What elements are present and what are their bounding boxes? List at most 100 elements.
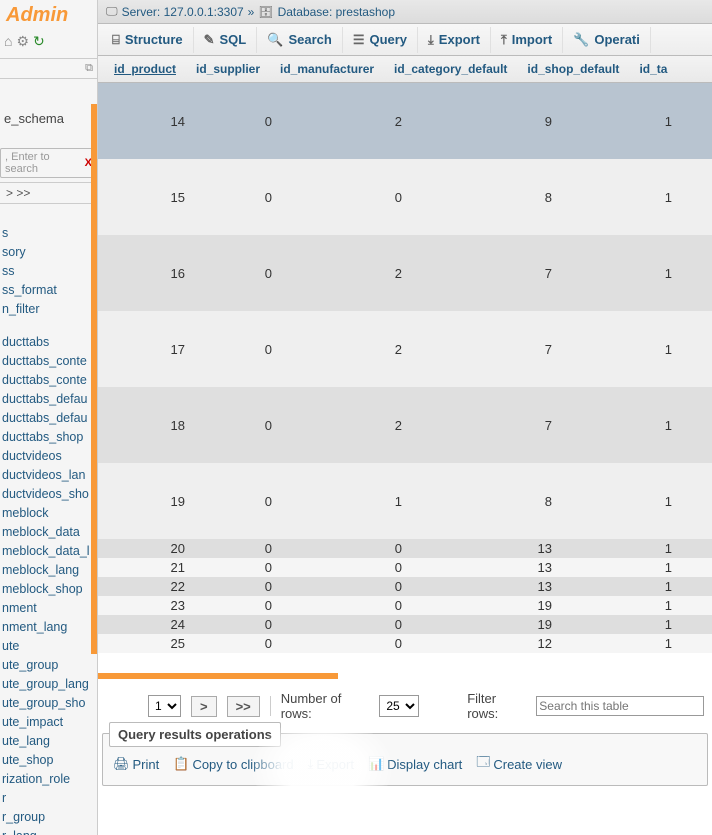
search-icon: 🔍 bbox=[267, 32, 283, 48]
tree-item[interactable]: nment_lang bbox=[0, 618, 97, 637]
breadcrumb-db[interactable]: Database: prestashop bbox=[278, 5, 395, 19]
tree-item[interactable]: n_filter bbox=[0, 300, 97, 319]
table-row[interactable]: 2000131 bbox=[98, 539, 712, 558]
tree-item[interactable]: meblock_lang bbox=[0, 561, 97, 580]
numrows-select[interactable]: 25 bbox=[379, 695, 419, 717]
tree-item[interactable]: ute_group bbox=[0, 656, 97, 675]
tree-item[interactable]: ducttabs_conte bbox=[0, 352, 97, 371]
structure-icon: ⌸ bbox=[112, 32, 120, 48]
table-row[interactable]: 170271 bbox=[98, 311, 712, 387]
tree-search-placeholder: , Enter to search bbox=[5, 151, 85, 175]
tree-item[interactable]: meblock bbox=[0, 504, 97, 523]
tree-item[interactable]: ss_format bbox=[0, 281, 97, 300]
schema-label[interactable]: e_schema bbox=[0, 109, 97, 128]
table-row[interactable]: 2200131 bbox=[98, 577, 712, 596]
tree-item[interactable]: ute_impact bbox=[0, 713, 97, 732]
tree-search[interactable]: , Enter to search X bbox=[0, 148, 97, 178]
page-select[interactable]: 1 bbox=[148, 695, 181, 717]
col-id_shop_default[interactable]: id_shop_default bbox=[517, 62, 629, 76]
server-icon: 🖵 bbox=[106, 4, 118, 19]
link-icon[interactable]: ⧉ bbox=[0, 58, 97, 79]
tree-item[interactable]: ute bbox=[0, 637, 97, 656]
clipboard-icon: 📋 bbox=[173, 756, 189, 772]
tree-item[interactable]: r_lang bbox=[0, 827, 97, 835]
tree-item[interactable]: ducttabs_conte bbox=[0, 371, 97, 390]
tree-item[interactable]: meblock_shop bbox=[0, 580, 97, 599]
tab-sql[interactable]: ✎SQL bbox=[194, 27, 258, 53]
table-row[interactable]: 190181 bbox=[98, 463, 712, 539]
col-id_ta[interactable]: id_ta bbox=[629, 62, 677, 76]
table-row[interactable]: 160271 bbox=[98, 235, 712, 311]
database-icon: 🗄 bbox=[258, 5, 273, 19]
col-id_supplier[interactable]: id_supplier bbox=[186, 62, 270, 76]
tree-item[interactable]: ducttabs_defau bbox=[0, 409, 97, 428]
divider bbox=[270, 696, 271, 716]
sql-icon: ✎ bbox=[204, 32, 215, 48]
breadcrumb: 🖵 Server: 127.0.0.1:3307 » 🗄 Database: p… bbox=[98, 0, 712, 24]
tab-bar: ⌸Structure✎SQL🔍Search☰Query⤓Export⤒Impor… bbox=[98, 24, 712, 56]
tab-search[interactable]: 🔍Search bbox=[257, 27, 343, 53]
tree-item[interactable]: rization_role bbox=[0, 770, 97, 789]
last-page-button[interactable]: >> bbox=[227, 696, 260, 717]
print-link[interactable]: 🖨Print bbox=[113, 753, 159, 775]
table-row[interactable]: 2400191 bbox=[98, 615, 712, 634]
view-link[interactable]: 🗔Create view bbox=[476, 753, 562, 775]
tree-item[interactable]: s bbox=[0, 224, 97, 243]
tab-import[interactable]: ⤒Import bbox=[491, 27, 563, 53]
tree-item[interactable]: ducttabs bbox=[0, 333, 97, 352]
tab-structure[interactable]: ⌸Structure bbox=[102, 27, 194, 53]
tab-export[interactable]: ⤓Export bbox=[418, 27, 491, 53]
import-icon: ⤒ bbox=[501, 32, 507, 48]
tab-query[interactable]: ☰Query bbox=[343, 27, 418, 53]
filter-input[interactable] bbox=[536, 696, 704, 716]
table-row[interactable]: 150081 bbox=[98, 159, 712, 235]
tree-item[interactable]: ute_lang bbox=[0, 732, 97, 751]
tree-item[interactable]: ductvideos_sho bbox=[0, 485, 97, 504]
next-page-button[interactable]: > bbox=[191, 696, 217, 717]
col-id_product[interactable]: id_product bbox=[104, 62, 186, 76]
view-icon: 🗔 bbox=[476, 753, 490, 775]
copy-link[interactable]: 📋Copy to clipboard bbox=[173, 753, 293, 775]
refresh-icon[interactable]: ↻ bbox=[33, 33, 45, 50]
col-id_manufacturer[interactable]: id_manufacturer bbox=[270, 62, 384, 76]
tree-item[interactable]: ute_group_sho bbox=[0, 694, 97, 713]
sidebar-toolbar: ⌂ ⚙ ↻ bbox=[0, 31, 97, 52]
tree-item[interactable]: ute_shop bbox=[0, 751, 97, 770]
chart-icon: 📊 bbox=[368, 756, 384, 772]
table-row[interactable]: 2500121 bbox=[98, 634, 712, 653]
export-link[interactable]: ⤓Export bbox=[308, 753, 354, 775]
table-row[interactable]: 2100131 bbox=[98, 558, 712, 577]
table-row[interactable]: 2300191 bbox=[98, 596, 712, 615]
tree-item[interactable]: r bbox=[0, 789, 97, 808]
tree-pager[interactable]: > >> bbox=[0, 182, 97, 204]
home-icon[interactable]: ⌂ bbox=[4, 33, 12, 50]
gear-icon[interactable]: ⚙ bbox=[16, 33, 29, 50]
tree-item[interactable]: ute_group_lang bbox=[0, 675, 97, 694]
filter-label: Filter rows: bbox=[467, 691, 526, 721]
scrollbar[interactable] bbox=[91, 104, 97, 654]
query-ops: Query results operations 🖨Print 📋Copy to… bbox=[102, 733, 708, 786]
tree-item[interactable]: ducttabs_defau bbox=[0, 390, 97, 409]
tree-item[interactable]: ductvideos_lan bbox=[0, 466, 97, 485]
tab-operati[interactable]: 🔧Operati bbox=[563, 27, 651, 53]
tree-item[interactable]: meblock_data bbox=[0, 523, 97, 542]
operati-icon: 🔧 bbox=[573, 32, 589, 48]
breadcrumb-sep: » bbox=[248, 5, 255, 19]
breadcrumb-server[interactable]: Server: 127.0.0.1:3307 bbox=[122, 5, 244, 19]
column-header: id_productid_supplierid_manufacturerid_c… bbox=[98, 56, 712, 83]
tree-item[interactable]: ss bbox=[0, 262, 97, 281]
tree-item[interactable]: ductvideos bbox=[0, 447, 97, 466]
table-row[interactable]: 180271 bbox=[98, 387, 712, 463]
table-body: 1402911500811602711702711802711901812000… bbox=[98, 83, 712, 673]
table-row[interactable]: 140291 bbox=[98, 83, 712, 159]
tree-item[interactable]: sory bbox=[0, 243, 97, 262]
tree-item[interactable]: ducttabs_shop bbox=[0, 428, 97, 447]
chart-link[interactable]: 📊Display chart bbox=[368, 753, 462, 775]
tree-item[interactable]: r_group bbox=[0, 808, 97, 827]
export-icon: ⤓ bbox=[308, 756, 314, 772]
tree-list: ssoryssss_formatn_filterducttabsducttabs… bbox=[0, 224, 97, 835]
tree-item[interactable]: nment bbox=[0, 599, 97, 618]
col-id_category_default[interactable]: id_category_default bbox=[384, 62, 517, 76]
tree-item[interactable]: meblock_data_l bbox=[0, 542, 97, 561]
main-panel: 🖵 Server: 127.0.0.1:3307 » 🗄 Database: p… bbox=[98, 0, 712, 835]
